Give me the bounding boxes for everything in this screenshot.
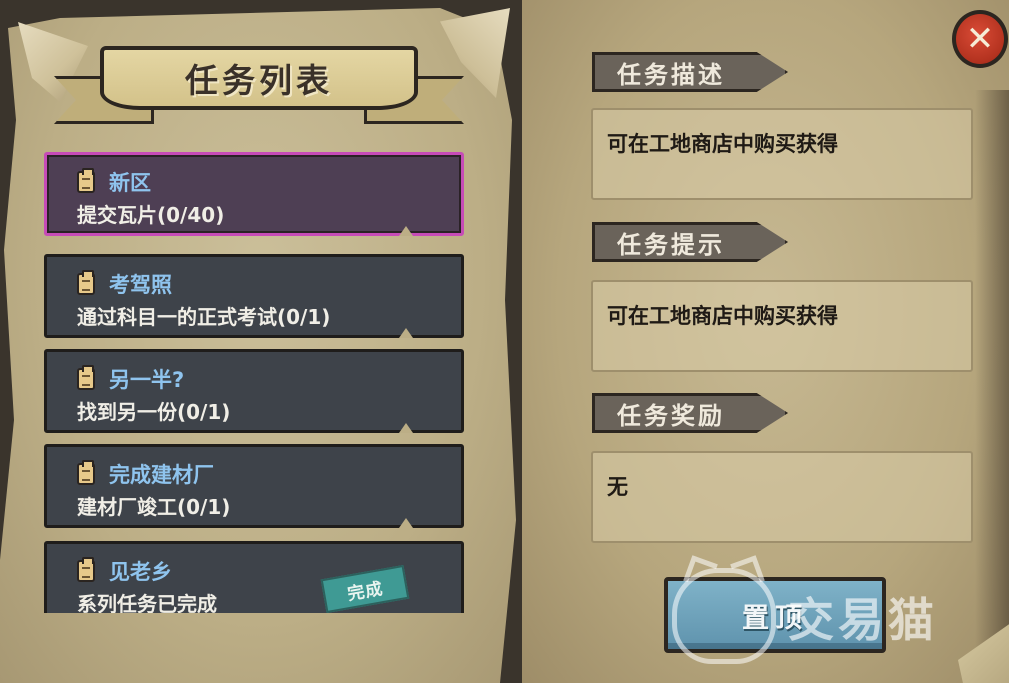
item-notch [399, 226, 413, 236]
description-box: 可在工地商店中购买获得 [591, 108, 973, 200]
reward-box: 无 [591, 451, 973, 543]
quest-name: 另一半? [109, 368, 185, 392]
clipboard-icon [77, 365, 95, 390]
close-button[interactable]: ✕ [952, 10, 1008, 68]
quest-desc: 通过科目一的正式考试(0/1) [77, 305, 331, 329]
pin-button-label: 置顶 [742, 602, 808, 634]
quest-item-other-half[interactable]: 另一半? 找到另一份(0/1) [44, 349, 464, 433]
quest-desc: 提交瓦片(0/40) [77, 203, 225, 227]
completed-stamp: 完成 [320, 564, 410, 613]
pin-to-top-button[interactable]: 置顶 [664, 577, 886, 653]
quest-item-meet-hometown[interactable]: 见老乡 系列任务已完成 完成 [44, 541, 464, 613]
clipboard-icon [77, 557, 95, 582]
quest-name: 考驾照 [109, 273, 172, 297]
quest-desc: 找到另一份(0/1) [77, 400, 231, 424]
quest-item-new-area[interactable]: 新区 提交瓦片(0/40) [44, 152, 464, 236]
clipboard-icon [77, 168, 95, 193]
quest-name: 见老乡 [109, 560, 172, 584]
item-notch [399, 423, 413, 433]
quest-item-driver-license[interactable]: 考驾照 通过科目一的正式考试(0/1) [44, 254, 464, 338]
clipboard-icon [77, 460, 95, 485]
quest-screen: 任务列表 新区 提交瓦片(0/40) 考驾照 通过科目一的正式考试(0/1) 另… [0, 0, 1009, 683]
title-banner: 任务列表 [54, 46, 464, 124]
description-text: 可在工地商店中购买获得 [607, 132, 838, 156]
quest-name: 完成建材厂 [109, 463, 214, 487]
reward-text: 无 [607, 475, 628, 499]
close-icon: ✕ [965, 19, 995, 59]
hint-box: 可在工地商店中购买获得 [591, 280, 973, 372]
quest-desc: 系列任务已完成 [77, 592, 217, 613]
clipboard-icon [77, 270, 95, 295]
description-header: 任务描述 [592, 52, 788, 92]
reward-label: 任务奖励 [617, 401, 725, 430]
reward-header: 任务奖励 [592, 393, 788, 433]
item-notch [399, 328, 413, 338]
completed-stamp-label: 完成 [345, 578, 385, 605]
description-label: 任务描述 [617, 60, 725, 89]
quest-list[interactable]: 新区 提交瓦片(0/40) 考驾照 通过科目一的正式考试(0/1) 另一半? 找… [40, 152, 470, 613]
hint-header: 任务提示 [592, 222, 788, 262]
quest-name: 新区 [109, 171, 151, 195]
hint-label: 任务提示 [617, 230, 725, 259]
banner-body: 任务列表 [100, 46, 418, 110]
page-title: 任务列表 [185, 61, 333, 100]
quest-item-building-factory[interactable]: 完成建材厂 建材厂竣工(0/1) [44, 444, 464, 528]
quest-desc: 建材厂竣工(0/1) [77, 495, 231, 519]
item-notch [399, 518, 413, 528]
hint-text: 可在工地商店中购买获得 [607, 304, 838, 328]
